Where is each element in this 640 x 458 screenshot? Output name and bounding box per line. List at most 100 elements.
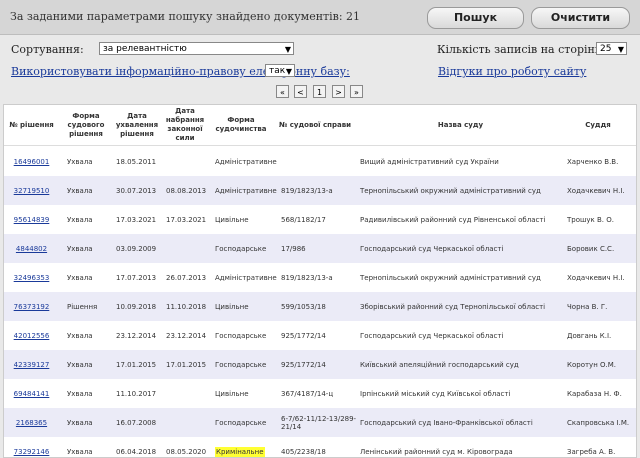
court-name: Господарський суд Івано-Франківської обл… xyxy=(360,418,533,427)
court-name: Ірпінський міський суд Київської області xyxy=(360,389,511,398)
decision-date: 23.12.2014 xyxy=(116,331,157,340)
table-header: № рішення Форма судового рішення Дата ух… xyxy=(4,105,636,146)
judge-name: Харченко В.В. xyxy=(567,157,619,166)
case-number: 6-7/62-11/12-13/289-21/14 xyxy=(281,414,357,431)
judge-name: Коротун О.М. xyxy=(567,360,616,369)
decision-date: 11.10.2017 xyxy=(116,389,157,398)
effective-date: 17.01.2015 xyxy=(166,360,207,369)
effective-date: 08.05.2020 xyxy=(166,447,207,456)
decision-form: Рішення xyxy=(67,302,98,311)
effective-date: 26.07.2013 xyxy=(166,273,207,282)
judge-name: Трошук В. О. xyxy=(567,215,614,224)
case-number: 367/4187/14-ц xyxy=(281,389,334,398)
col-procedure-form[interactable]: Форма судочинства xyxy=(210,105,272,145)
decision-form: Ухвала xyxy=(67,331,93,340)
clear-button[interactable]: Очистити xyxy=(531,7,630,29)
col-decision-date[interactable]: Дата ухвалення рішення xyxy=(112,105,162,145)
decision-number-link[interactable]: 42012556 xyxy=(4,321,59,350)
col-decision-number[interactable]: № рішення xyxy=(4,105,59,145)
procedure-form: Господарське xyxy=(215,331,267,340)
decision-number-link[interactable]: 32719510 xyxy=(4,176,59,205)
decision-number-link[interactable]: 76373192 xyxy=(4,292,59,321)
use-base-select[interactable]: так ▼ xyxy=(265,64,295,77)
table-row: 42339127 Ухвала 17.01.2015 17.01.2015 Го… xyxy=(4,350,636,379)
court-name: Радивилівський районний суд Рівненської … xyxy=(360,215,546,224)
decision-number-link[interactable]: 42339127 xyxy=(4,350,59,379)
procedure-form: Господарське xyxy=(215,244,267,253)
effective-date: 11.10.2018 xyxy=(166,302,207,311)
decision-date: 18.05.2011 xyxy=(116,157,157,166)
decision-form: Ухвала xyxy=(67,447,93,456)
col-decision-form[interactable]: Форма судового рішення xyxy=(62,105,110,145)
effective-date xyxy=(166,234,210,263)
court-name: Господарський суд Черкаської області xyxy=(360,331,504,340)
procedure-form: Господарське xyxy=(215,360,267,369)
procedure-form: Цивільне xyxy=(215,302,249,311)
chevron-down-icon: ▼ xyxy=(284,45,291,54)
decision-date: 17.01.2015 xyxy=(116,360,157,369)
decision-form: Ухвала xyxy=(67,360,93,369)
chevron-down-icon: ▼ xyxy=(285,67,292,76)
effective-date: 08.08.2013 xyxy=(166,186,207,195)
table-row: 32496353 Ухвала 17.07.2013 26.07.2013 Ад… xyxy=(4,263,636,292)
case-number xyxy=(281,147,359,176)
decision-form: Ухвала xyxy=(67,215,93,224)
table-row: 73292146 Ухвала 06.04.2018 08.05.2020 Кр… xyxy=(4,437,636,457)
judge-name: Ходачкевич Н.І. xyxy=(567,186,625,195)
pager-prev-button[interactable]: < xyxy=(294,85,307,98)
col-court-name[interactable]: Назва суду xyxy=(359,105,562,145)
pager-next-button[interactable]: > xyxy=(332,85,345,98)
pager-page-1-button[interactable]: 1 xyxy=(313,85,326,98)
pager-first-button[interactable]: « xyxy=(276,85,289,98)
effective-date xyxy=(166,379,210,408)
court-name: Зборівський районний суд Тернопільської … xyxy=(360,302,546,311)
col-judge[interactable]: Суддя xyxy=(562,105,634,145)
search-button[interactable]: Пошук xyxy=(427,7,524,29)
sort-select[interactable]: за релевантністю ▼ xyxy=(99,42,294,55)
decision-number-link[interactable]: 4844802 xyxy=(4,234,59,263)
court-name: Ленінський районний суд м. Кіровограда xyxy=(360,447,513,456)
decision-date: 17.03.2021 xyxy=(116,215,157,224)
decision-form: Ухвала xyxy=(67,418,93,427)
decision-number-link[interactable]: 73292146 xyxy=(4,437,59,457)
table-row: 95614839 Ухвала 17.03.2021 17.03.2021 Ци… xyxy=(4,205,636,234)
court-name: Київський апеляційний господарський суд xyxy=(360,360,519,369)
case-number: 819/1823/13-а xyxy=(281,273,333,282)
case-number: 925/1772/14 xyxy=(281,331,326,340)
procedure-form: Цивільне xyxy=(215,215,249,224)
decision-form: Ухвала xyxy=(67,244,93,253)
decision-date: 30.07.2013 xyxy=(116,186,157,195)
found-count-text: За заданими параметрами пошуку знайдено … xyxy=(10,10,361,23)
use-base-link[interactable]: Використовувати інформаційно-правову еле… xyxy=(11,65,350,78)
decision-number-link[interactable]: 95614839 xyxy=(4,205,59,234)
table-row: 4844802 Ухвала 03.09.2009 Господарське 1… xyxy=(4,234,636,263)
case-number: 819/1823/13-а xyxy=(281,186,333,195)
judge-name: Довгань К.І. xyxy=(567,331,612,340)
per-page-select[interactable]: 25 ▼ xyxy=(596,42,627,55)
pager-last-button[interactable]: » xyxy=(350,85,363,98)
per-page-value: 25 xyxy=(600,44,612,54)
effective-date xyxy=(166,147,210,176)
decision-number-link[interactable]: 32496353 xyxy=(4,263,59,292)
effective-date xyxy=(166,408,210,437)
decision-form: Ухвала xyxy=(67,273,93,282)
case-number: 925/1772/14 xyxy=(281,360,326,369)
col-effective-date[interactable]: Дата набрання законної сили xyxy=(162,105,208,145)
col-case-number[interactable]: № судової справи xyxy=(274,105,356,145)
feedback-link[interactable]: Відгуки про роботу сайту xyxy=(438,65,586,78)
procedure-form: Адміністративне xyxy=(215,273,277,282)
procedure-form: Кримінальне xyxy=(215,446,265,457)
court-name: Вищий адміністративний суд України xyxy=(360,157,499,166)
case-number: 568/1182/17 xyxy=(281,215,326,224)
results-table: № рішення Форма судового рішення Дата ух… xyxy=(3,104,637,458)
decision-number-link[interactable]: 69484141 xyxy=(4,379,59,408)
decision-number-link[interactable]: 16496001 xyxy=(4,147,59,176)
judge-name: Боровик С.С. xyxy=(567,244,615,253)
decision-form: Ухвала xyxy=(67,389,93,398)
chevron-down-icon: ▼ xyxy=(617,45,624,54)
judge-name: Скапровська І.М. xyxy=(567,418,630,427)
table-row: 2168365 Ухвала 16.07.2008 Господарське 6… xyxy=(4,408,636,437)
decision-number-link[interactable]: 2168365 xyxy=(4,408,59,437)
table-row: 42012556 Ухвала 23.12.2014 23.12.2014 Го… xyxy=(4,321,636,350)
decision-date: 10.09.2018 xyxy=(116,302,157,311)
